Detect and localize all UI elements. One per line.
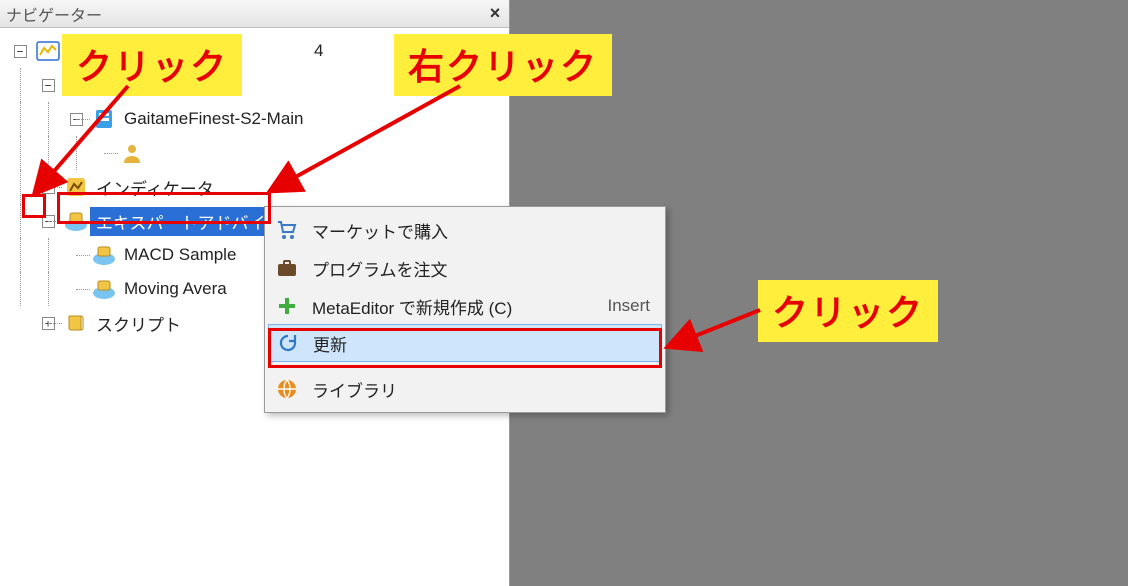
close-icon[interactable]: × bbox=[485, 4, 505, 24]
callout-right-click: 右クリック bbox=[394, 34, 612, 96]
menu-label: マーケットで購入 bbox=[312, 218, 650, 243]
menu-label: 更新 bbox=[313, 331, 649, 356]
cart-icon bbox=[272, 215, 302, 245]
root-suffix: 4 bbox=[308, 39, 329, 63]
expand-icon[interactable]: + bbox=[42, 317, 55, 330]
menu-item-refresh[interactable]: 更新 bbox=[268, 324, 662, 362]
refresh-icon bbox=[273, 328, 303, 358]
callout-click-2: クリック bbox=[758, 280, 938, 342]
context-menu: マーケットで購入 プログラムを注文 MetaEditor で新規作成 (C) I… bbox=[264, 206, 666, 413]
menu-separator bbox=[304, 365, 660, 366]
menu-label: ライブラリ bbox=[312, 377, 650, 402]
menu-item-new-metaeditor[interactable]: MetaEditor で新規作成 (C) Insert bbox=[268, 287, 662, 325]
plus-icon bbox=[272, 291, 302, 321]
menu-label: MetaEditor で新規作成 (C) bbox=[312, 294, 583, 319]
menu-accel: Insert bbox=[593, 296, 650, 316]
expand-icon[interactable]: − bbox=[42, 79, 55, 92]
ea-icon bbox=[90, 241, 118, 269]
script-icon bbox=[62, 309, 90, 337]
menu-item-library[interactable]: ライブラリ bbox=[268, 370, 662, 408]
app-icon bbox=[34, 37, 62, 65]
globe-icon bbox=[272, 374, 302, 404]
menu-item-order-program[interactable]: プログラムを注文 bbox=[268, 249, 662, 287]
tree-server-row[interactable]: − GaitameFinest-S2-Main bbox=[6, 102, 509, 136]
indicators-label: インディケータ bbox=[90, 173, 220, 202]
ea-child-label: Moving Avera bbox=[118, 277, 233, 301]
menu-item-market-buy[interactable]: マーケットで購入 bbox=[268, 211, 662, 249]
panel-title: ナビゲーター bbox=[6, 2, 485, 26]
ea-label: エキスパートアドバイザ bbox=[90, 207, 289, 236]
server-name: GaitameFinest-S2-Main bbox=[118, 107, 310, 131]
tree-account-row[interactable] bbox=[6, 136, 509, 170]
expand-icon[interactable]: − bbox=[70, 113, 83, 126]
menu-label: プログラムを注文 bbox=[312, 256, 650, 281]
expand-icon[interactable]: + bbox=[42, 181, 55, 194]
ea-child-label: MACD Sample bbox=[118, 243, 242, 267]
user-icon bbox=[118, 139, 146, 167]
tree-indicators-row[interactable]: + インディケータ bbox=[6, 170, 509, 204]
scripts-label: スクリプト bbox=[90, 309, 187, 338]
ea-icon bbox=[62, 207, 90, 235]
briefcase-icon bbox=[272, 253, 302, 283]
indicator-icon bbox=[62, 173, 90, 201]
server-icon bbox=[90, 105, 118, 133]
panel-titlebar: ナビゲーター × bbox=[0, 0, 509, 28]
arrow-click-to-refresh bbox=[660, 300, 770, 360]
ea-icon bbox=[90, 275, 118, 303]
expand-icon[interactable]: − bbox=[14, 45, 27, 58]
expand-icon[interactable]: − bbox=[42, 215, 55, 228]
callout-click: クリック bbox=[62, 34, 242, 96]
